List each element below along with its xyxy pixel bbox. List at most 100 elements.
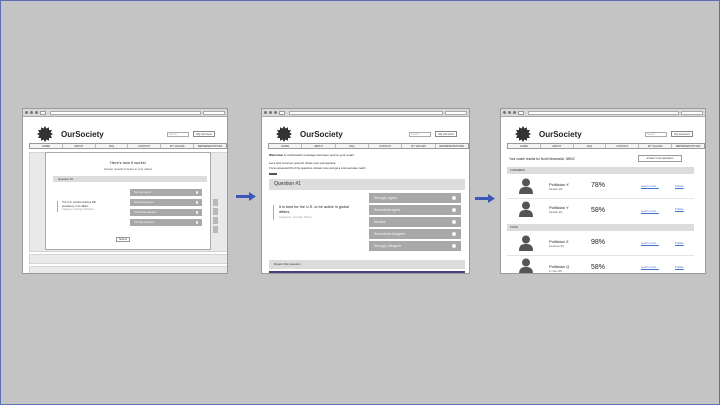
my-account-button[interactable]: My Account bbox=[671, 131, 693, 137]
search-input[interactable]: Search bbox=[167, 132, 189, 137]
brand-name[interactable]: OurSociety bbox=[539, 130, 582, 139]
window-control[interactable] bbox=[508, 111, 511, 114]
answer-option-label: Strongly agree bbox=[134, 191, 151, 194]
answer-option[interactable]: Somewhat agree bbox=[369, 205, 461, 215]
welcome-heading: Welcome! bbox=[269, 153, 284, 157]
politician-row: Politician X Senator (D) 78% Learn more.… bbox=[507, 176, 694, 197]
back-button[interactable] bbox=[279, 110, 285, 115]
nav-contact[interactable]: CONTACT bbox=[369, 144, 403, 148]
politician-role: Senator (D) bbox=[549, 211, 563, 214]
radio-icon[interactable] bbox=[452, 208, 456, 212]
nav-my-values[interactable]: MY VALUES bbox=[402, 144, 436, 148]
nav-faq[interactable]: FAQ bbox=[96, 144, 129, 148]
browser-toolbar bbox=[262, 109, 469, 117]
window-control[interactable] bbox=[264, 111, 267, 114]
address-bar[interactable] bbox=[289, 110, 443, 115]
radio-icon[interactable] bbox=[452, 196, 456, 200]
follow-link[interactable]: Follow bbox=[675, 241, 684, 245]
radio-icon[interactable] bbox=[195, 191, 198, 194]
match-percentage: 58% bbox=[591, 264, 606, 271]
modal-subtitle: Answer questions below in your values bbox=[103, 167, 153, 171]
radio-icon[interactable] bbox=[452, 220, 456, 224]
window-control[interactable] bbox=[30, 111, 33, 114]
radio-icon[interactable] bbox=[452, 232, 456, 236]
follow-link[interactable]: Follow bbox=[675, 207, 684, 211]
window-control[interactable] bbox=[25, 111, 28, 114]
radio-icon[interactable] bbox=[452, 244, 456, 248]
browser-window-onboarding: OurSociety Search My Account HOME ABOUT … bbox=[22, 108, 228, 274]
nav-faq[interactable]: FAQ bbox=[574, 144, 607, 148]
nav-representatives[interactable]: REPRESENTATIVES bbox=[436, 144, 468, 148]
browser-search-box[interactable] bbox=[445, 110, 467, 115]
address-bar[interactable] bbox=[528, 110, 679, 115]
report-question-link[interactable]: Report this question bbox=[269, 260, 465, 269]
match-percentage: 58% bbox=[591, 207, 606, 214]
nav-contact[interactable]: CONTACT bbox=[606, 144, 640, 148]
answer-option-label: Strongly disagree bbox=[134, 221, 155, 224]
nav-contact[interactable]: CONTACT bbox=[128, 144, 162, 148]
answer-option[interactable]: Neutral bbox=[369, 217, 461, 227]
my-account-button[interactable]: My Account bbox=[435, 131, 457, 137]
search-input[interactable]: Search bbox=[645, 132, 667, 137]
match-percentage: 78% bbox=[591, 182, 606, 189]
my-account-button[interactable]: My Account bbox=[193, 131, 215, 137]
answer-option[interactable]: Strongly agree bbox=[130, 189, 202, 196]
answer-option[interactable]: Strongly disagree bbox=[369, 241, 461, 251]
window-control[interactable] bbox=[35, 111, 38, 114]
match-percentage: 98% bbox=[591, 239, 606, 246]
learn-more-link[interactable]: Learn more... bbox=[641, 209, 659, 213]
back-button[interactable] bbox=[40, 110, 46, 115]
answer-option-label: Somewhat disagree bbox=[374, 232, 405, 236]
nav-home[interactable]: HOME bbox=[508, 144, 541, 148]
nav-about[interactable]: ABOUT bbox=[541, 144, 574, 148]
answer-more-questions-button[interactable]: answer more questions bbox=[638, 155, 682, 162]
results-heading: Your match results for North Brunswick, … bbox=[509, 157, 575, 161]
question-category: Category: Foreign Relations bbox=[62, 208, 95, 211]
question-text: It is best for the U.S. to be active in … bbox=[273, 205, 355, 220]
brand-name[interactable]: OurSociety bbox=[300, 130, 343, 139]
back-button[interactable] bbox=[518, 110, 524, 115]
site-header: OurSociety Search My Account bbox=[262, 117, 469, 143]
follow-link[interactable]: Follow bbox=[675, 265, 684, 269]
answer-option[interactable]: Somewhat disagree bbox=[130, 209, 202, 216]
nav-about[interactable]: ABOUT bbox=[63, 144, 96, 148]
browser-search-box[interactable] bbox=[203, 110, 225, 115]
answer-option[interactable]: Somewhat agree bbox=[130, 199, 202, 206]
brand-name[interactable]: OurSociety bbox=[61, 130, 104, 139]
radio-icon[interactable] bbox=[195, 201, 198, 204]
learn-more-link[interactable]: Learn more... bbox=[641, 265, 659, 269]
learn-more-link[interactable]: Learn more... bbox=[641, 241, 659, 245]
browser-search-box[interactable] bbox=[681, 110, 703, 115]
answer-option[interactable]: Strongly agree bbox=[369, 193, 461, 203]
window-control[interactable] bbox=[513, 111, 516, 114]
search-input[interactable]: Search bbox=[409, 132, 431, 137]
submit-button[interactable]: Submit bbox=[116, 237, 130, 242]
arrow-right-icon bbox=[236, 192, 256, 201]
gear-logo-icon[interactable] bbox=[515, 126, 531, 142]
person-avatar-icon bbox=[519, 258, 533, 273]
nav-about[interactable]: ABOUT bbox=[302, 144, 336, 148]
gear-logo-icon[interactable] bbox=[276, 126, 292, 142]
question-text: The U.S. should continue fifth presidenc… bbox=[57, 201, 103, 212]
nav-faq[interactable]: FAQ bbox=[336, 144, 369, 148]
gear-logo-icon[interactable] bbox=[37, 126, 53, 142]
nav-representatives[interactable]: REPRESENTATIVES bbox=[194, 144, 226, 148]
nav-home[interactable]: HOME bbox=[30, 144, 63, 148]
follow-link[interactable]: Follow bbox=[675, 184, 684, 188]
nav-representatives[interactable]: REPRESENTATIVES bbox=[672, 144, 704, 148]
window-control[interactable] bbox=[274, 111, 277, 114]
window-control[interactable] bbox=[503, 111, 506, 114]
radio-icon[interactable] bbox=[195, 221, 198, 224]
welcome-text: A confirmation message has been sent to … bbox=[283, 153, 355, 157]
learn-more-link[interactable]: Learn more... bbox=[641, 184, 659, 188]
nav-home[interactable]: HOME bbox=[269, 144, 303, 148]
nav-my-values[interactable]: MY VALUES bbox=[639, 144, 673, 148]
answer-option[interactable]: Strongly disagree bbox=[130, 219, 202, 226]
answer-option[interactable]: Somewhat disagree bbox=[369, 229, 461, 239]
accent-bar bbox=[269, 271, 465, 273]
answer-option-label: Somewhat agree bbox=[134, 201, 154, 204]
nav-my-values[interactable]: MY VALUES bbox=[161, 144, 195, 148]
window-control[interactable] bbox=[269, 111, 272, 114]
address-bar[interactable] bbox=[50, 110, 201, 115]
radio-icon[interactable] bbox=[195, 211, 198, 214]
